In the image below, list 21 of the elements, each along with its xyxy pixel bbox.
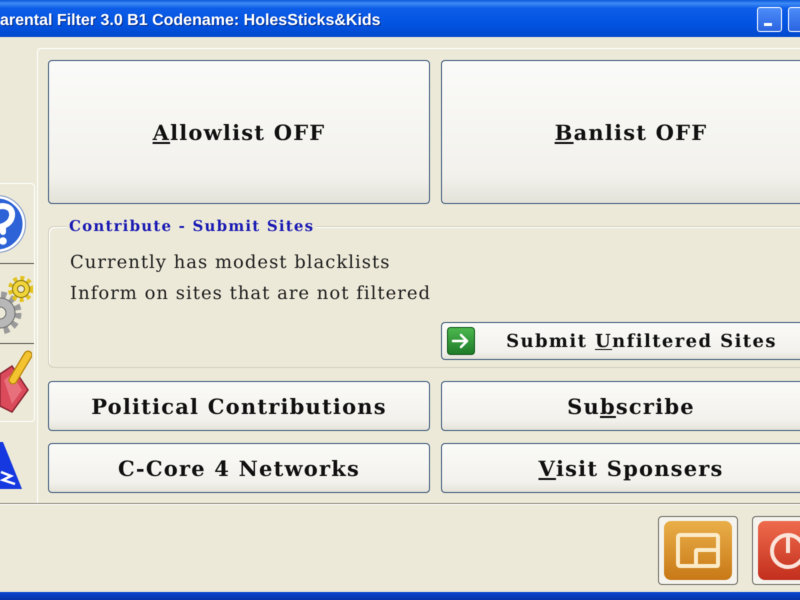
- minimize-icon: [764, 23, 772, 26]
- power-button[interactable]: [752, 516, 800, 585]
- option-button[interactable]: C-Core 4 Networks: [48, 443, 430, 493]
- window-control-button[interactable]: [788, 7, 800, 32]
- arrow-right-icon: [447, 327, 475, 355]
- list-toggle-button[interactable]: Banlist OFF: [441, 60, 800, 204]
- window-title: arental Filter 3.0 B1 Codename: HolesSticks&Kids: [0, 10, 381, 30]
- brush-icon[interactable]: [0, 350, 32, 416]
- power-icon: [758, 521, 800, 580]
- description-text: Inform on sites that are not filtered: [70, 282, 432, 306]
- option-button[interactable]: Visit Sponsers: [441, 443, 800, 493]
- minimize-button[interactable]: [757, 7, 782, 32]
- window-icon: [664, 521, 732, 580]
- window-button[interactable]: [658, 516, 738, 585]
- help-icon[interactable]: [0, 194, 28, 254]
- lightning-triangle-icon[interactable]: [0, 442, 22, 489]
- list-toggle-button[interactable]: Allowlist OFF: [48, 60, 430, 204]
- option-button[interactable]: Political Contributions: [48, 381, 430, 431]
- submit-sites-button[interactable]: Submit Unfiltered Sites: [441, 322, 800, 360]
- description-text: Currently has modest blacklists: [70, 251, 392, 275]
- option-button[interactable]: Subscribe: [441, 381, 800, 431]
